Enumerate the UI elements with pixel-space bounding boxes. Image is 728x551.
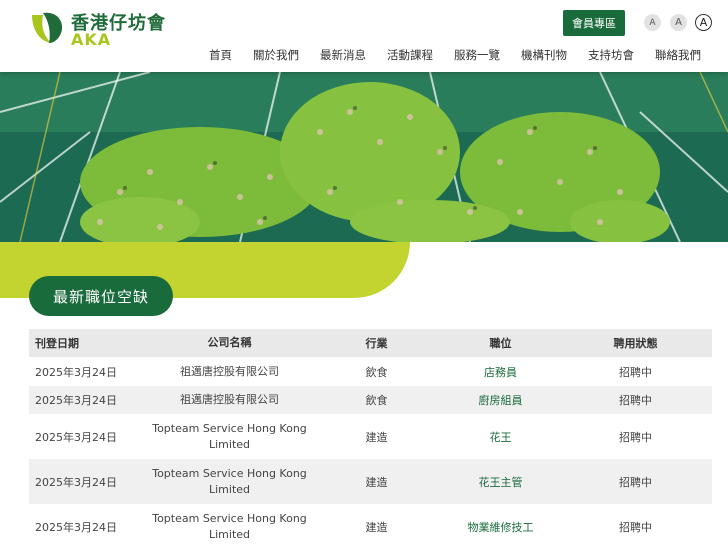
nav-contact[interactable]: 聯絡我們: [655, 47, 701, 63]
nav-news[interactable]: 最新消息: [320, 47, 366, 63]
logo-english-name: AKA: [71, 30, 112, 49]
cell-date: 2025年3月24日: [35, 475, 117, 489]
table-header-row: 刊登日期 公司名稱 行業 職位 聘用狀態: [29, 329, 712, 357]
header-date: 刊登日期: [35, 337, 79, 350]
font-size-small-button[interactable]: A: [644, 14, 661, 31]
main-nav: 首頁 關於我們 最新消息 活動課程 服務一覽 機構刊物 支持坊會 聯絡我們: [209, 47, 701, 63]
cell-company: 祖邁唐控股有限公司: [180, 364, 279, 378]
cell-status: 招聘中: [619, 430, 652, 444]
cell-industry: 飲食: [365, 394, 388, 407]
header-industry: 行業: [365, 337, 388, 350]
table-row: 2025年3月24日 Topteam Service Hong Kong Lim…: [29, 504, 712, 549]
cell-company: 祖邁唐控股有限公司: [180, 393, 279, 406]
cell-industry: 飲食: [365, 365, 388, 379]
nav-support[interactable]: 支持坊會: [588, 47, 634, 63]
cell-position-link[interactable]: 花王主管: [442, 474, 559, 490]
cell-status: 招聘中: [619, 475, 652, 489]
font-size-large-button[interactable]: A: [695, 14, 712, 31]
table-row: 2025年3月24日 祖邁唐控股有限公司 飲食 廚房組員 招聘中: [29, 386, 712, 414]
nav-about[interactable]: 關於我們: [253, 47, 299, 63]
cell-position-link[interactable]: 廚房組員: [442, 392, 559, 408]
cell-industry: 建造: [365, 430, 388, 444]
nav-activities[interactable]: 活動課程: [387, 47, 433, 63]
cell-industry: 建造: [365, 475, 388, 489]
cell-position-link[interactable]: 店務員: [442, 364, 559, 380]
cell-date: 2025年3月24日: [35, 365, 117, 379]
cell-status: 招聘中: [619, 365, 652, 379]
nav-services[interactable]: 服務一覽: [454, 47, 500, 63]
font-size-medium-button[interactable]: A: [670, 14, 687, 31]
hero-photo-crowd: [0, 72, 728, 242]
cell-company: Topteam Service Hong Kong Limited: [152, 511, 307, 541]
cell-date: 2025年3月24日: [35, 394, 117, 407]
job-vacancy-table: 刊登日期 公司名稱 行業 職位 聘用狀態 2025年3月24日 祖邁唐控股有限公…: [29, 329, 712, 549]
header-position: 職位: [489, 337, 512, 350]
cell-status: 招聘中: [619, 394, 652, 407]
site-header: 香港仔坊會 AKA 會員專區 A A A 首頁 關於我們 最新消息 活動課程 服…: [0, 0, 728, 72]
cell-date: 2025年3月24日: [35, 430, 117, 444]
table-row: 2025年3月24日 祖邁唐控股有限公司 飲食 店務員 招聘中: [29, 357, 712, 386]
cell-position-link[interactable]: 物業維修技工: [442, 519, 559, 535]
nav-home[interactable]: 首頁: [209, 47, 232, 63]
cell-company: Topteam Service Hong Kong Limited: [152, 466, 307, 496]
cell-date: 2025年3月24日: [35, 520, 117, 534]
cell-position-link[interactable]: 花王: [442, 429, 559, 445]
member-area-button[interactable]: 會員專區: [563, 10, 625, 36]
table-row: 2025年3月24日 Topteam Service Hong Kong Lim…: [29, 414, 712, 459]
header-company: 公司名稱: [207, 336, 252, 349]
site-logo[interactable]: 香港仔坊會 AKA: [29, 9, 169, 49]
cell-company: Topteam Service Hong Kong Limited: [152, 421, 307, 451]
section-title: 最新職位空缺: [29, 276, 173, 316]
header-status: 聘用狀態: [613, 337, 658, 350]
cell-status: 招聘中: [619, 520, 652, 534]
table-row: 2025年3月24日 Topteam Service Hong Kong Lim…: [29, 459, 712, 504]
nav-publications[interactable]: 機構刊物: [521, 47, 567, 63]
hero-banner-image: [0, 72, 728, 242]
logo-leaf-icon: [32, 12, 63, 43]
cell-industry: 建造: [365, 520, 388, 534]
